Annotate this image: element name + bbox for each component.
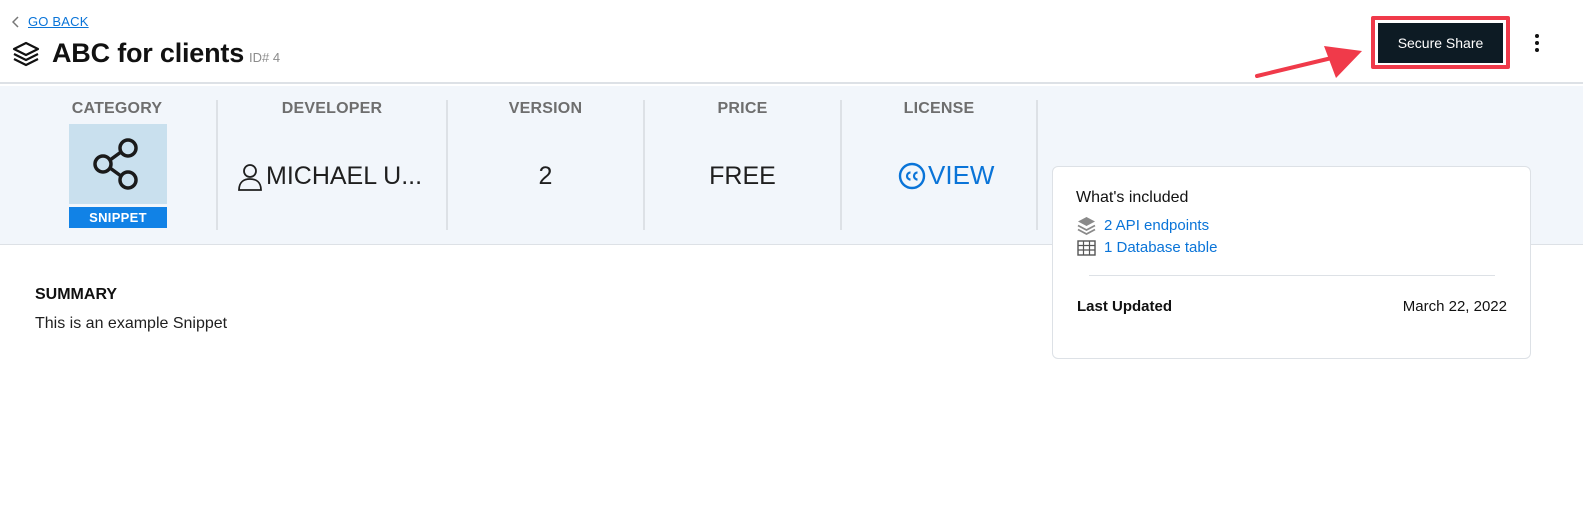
whats-included-title: What's included	[1076, 189, 1189, 206]
chevron-left-icon	[12, 15, 19, 28]
developer-value: MICHAEL U...	[238, 162, 422, 191]
share-nodes-icon	[93, 138, 138, 190]
category-tile	[69, 124, 167, 204]
license-label: LICENSE	[903, 100, 975, 117]
stat-divider	[1036, 100, 1038, 230]
user-icon	[238, 163, 262, 191]
api-icon	[1077, 217, 1096, 235]
whats-included-card: What's included 2 API endpoints 1 Databa…	[1052, 166, 1531, 359]
developer-name: MICHAEL U...	[266, 162, 423, 190]
last-updated-label: Last Updated	[1077, 298, 1173, 315]
card-divider	[1089, 275, 1495, 276]
category-label: CATEGORY	[71, 100, 163, 117]
developer-label: DEVELOPER	[281, 100, 383, 117]
summary-heading: SUMMARY	[35, 286, 118, 303]
version-value: 2	[538, 162, 553, 190]
creative-commons-icon	[898, 162, 926, 189]
license-view-link[interactable]: VIEW	[898, 160, 994, 191]
go-back-label[interactable]: GO BACK	[28, 14, 89, 29]
database-table-link[interactable]: 1 Database table	[1077, 239, 1217, 256]
secure-share-button[interactable]: Secure Share	[1378, 23, 1503, 63]
table-icon	[1077, 239, 1096, 256]
title-row: ABC for clients ID# 4	[12, 38, 280, 69]
developer-stat: DEVELOPER MICHAEL U...	[218, 100, 446, 230]
version-stat: VERSION 2	[448, 100, 643, 230]
api-endpoints-label[interactable]: 2 API endpoints	[1104, 217, 1209, 234]
category-badge: SNIPPET	[69, 207, 167, 228]
page-header: GO BACK ABC for clients ID# 4 Secure Sha…	[0, 0, 1583, 84]
layers-icon	[12, 41, 40, 66]
price-stat: PRICE FREE	[645, 100, 840, 230]
version-label: VERSION	[508, 100, 583, 117]
license-view-label[interactable]: VIEW	[928, 160, 994, 191]
api-endpoints-link[interactable]: 2 API endpoints	[1077, 216, 1209, 235]
id-label: ID# 4	[249, 50, 281, 65]
database-table-label[interactable]: 1 Database table	[1104, 239, 1217, 256]
price-value: FREE	[709, 162, 776, 190]
page-title: ABC for clients	[52, 38, 245, 68]
go-back-link[interactable]: GO BACK	[12, 14, 89, 29]
summary-text: This is an example Snippet	[35, 315, 228, 332]
last-updated-value: March 22, 2022	[1402, 298, 1507, 315]
license-stat: LICENSE VIEW	[842, 100, 1036, 230]
price-label: PRICE	[717, 100, 768, 117]
annotation-arrow-icon	[1255, 46, 1362, 78]
more-options-icon[interactable]	[1529, 30, 1545, 56]
